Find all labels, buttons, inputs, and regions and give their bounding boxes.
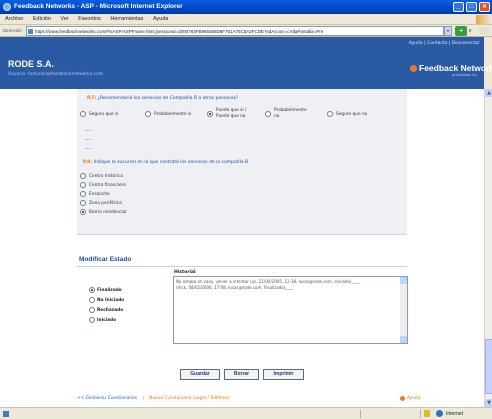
delete-button[interactable]: Borrar <box>224 369 259 380</box>
status-option-label: Finalizado <box>97 288 122 293</box>
divider <box>77 266 407 267</box>
print-button[interactable]: Imprimir <box>263 369 304 380</box>
empty-answer: ---- <box>85 138 92 143</box>
footer-links: << Gestionar Cuestionarios | Nuevo Cuest… <box>77 396 230 401</box>
page-content: P.7: ¿Recomendaría los servicios de Comp… <box>0 89 484 407</box>
globe-icon <box>436 410 443 417</box>
q8-option-label: Centro financiero <box>89 183 127 188</box>
menu-bar: Archivo Edición Ver Favoritos Herramient… <box>0 14 492 25</box>
scroll-thumb[interactable] <box>485 339 492 394</box>
page-icon <box>28 29 33 34</box>
windows-logo-icon <box>476 15 490 24</box>
header-top-links[interactable]: Ayuda | Contacto | Desconectar <box>409 41 480 46</box>
q8-option-label: Ensanche <box>89 192 110 197</box>
radio-q7-opt3[interactable] <box>207 111 213 117</box>
logo-subtitle: q-sistemas inc <box>452 73 478 77</box>
q8-option-label: Centro histórico <box>89 174 124 179</box>
q7-option-label: Probablemente sí <box>154 112 192 117</box>
address-bar: Dirección https://www.feedbacknetworks.c… <box>0 25 492 37</box>
site-header: Ayuda | Contacto | Desconectar RODE S.A.… <box>0 37 492 126</box>
save-button[interactable]: Guardar <box>180 369 220 380</box>
status-option-label: No Iniciado <box>97 298 125 303</box>
history-label: Historial <box>174 270 196 275</box>
toolbar-chevron-icon[interactable] <box>479 27 489 35</box>
security-zone: Internet <box>446 411 463 417</box>
history-scrollbar[interactable] <box>400 277 407 343</box>
page-scrollbar[interactable]: ▲ ▼ <box>484 89 492 407</box>
radio-q7-opt1[interactable] <box>80 111 86 117</box>
new-questionnaire-link[interactable]: Nuevo Cuestionario (Logal / Teléfono) <box>149 396 229 401</box>
status-bar: Internet <box>0 407 492 419</box>
address-input[interactable]: https://www.feedbacknetworks.com/FNASP/A… <box>26 26 444 36</box>
window-title-bar: Feedback Networks - ASP - Microsoft Inte… <box>0 0 492 14</box>
scroll-up-icon[interactable]: ▲ <box>485 89 492 97</box>
address-dropdown-button[interactable]: ▾ <box>444 26 452 36</box>
scroll-down-icon[interactable]: ▼ <box>485 399 492 407</box>
go-label[interactable]: Ir <box>469 28 472 33</box>
status-divider <box>420 410 421 418</box>
q8-option-label: Zona periférica <box>89 201 122 206</box>
q7-option-label: Probablemente no <box>274 108 307 119</box>
q7-option-label: Seguro que no <box>336 112 368 117</box>
status-option-label: Iniciado <box>97 318 117 323</box>
company-brand: RODE S.A. <box>8 59 55 69</box>
close-button[interactable]: ✕ <box>479 2 490 12</box>
go-button[interactable]: ➔ <box>455 26 467 36</box>
page-status-icon <box>3 411 9 417</box>
radio-status-no-iniciado[interactable] <box>89 297 95 303</box>
feedback-networks-logo-text: Feedback Networks <box>419 63 492 73</box>
menu-favoritos[interactable]: Favoritos <box>78 14 101 25</box>
question-7: P.7: ¿Recomendaría los servicios de Comp… <box>87 96 238 101</box>
address-url: https://www.feedbacknetworks.com/FNASP/A… <box>35 29 324 34</box>
menu-ayuda[interactable]: Ayuda <box>153 14 169 25</box>
empty-answer: ---- <box>85 147 92 152</box>
radio-q7-opt2[interactable] <box>145 111 151 117</box>
menu-archivo[interactable]: Archivo <box>5 14 23 25</box>
radio-status-finalizado[interactable] <box>89 287 95 293</box>
question-8: P.8: Indique la sucursal en la que contr… <box>83 160 248 165</box>
q7-option-label: Seguro que sí <box>89 112 119 117</box>
question-text: ¿Recomendaría los servicios de Compañía … <box>97 96 239 101</box>
help-link[interactable]: Ayuda <box>407 396 420 401</box>
modify-status-title: Modificar Estado <box>79 256 132 263</box>
empty-answer: ---- <box>85 129 92 134</box>
radio-q8-opt4[interactable] <box>80 200 86 206</box>
radio-q7-opt5[interactable] <box>327 111 333 117</box>
maximize-button[interactable]: □ <box>466 2 477 12</box>
link-separator: | <box>142 396 144 401</box>
help-icon[interactable] <box>400 396 405 401</box>
menu-ver[interactable]: Ver <box>60 14 68 25</box>
address-label: Dirección <box>3 28 22 33</box>
q7-option-label: Puede que sí / Puede que no <box>216 108 247 119</box>
question-text: Indique la sucursal en la que contrató l… <box>93 160 249 165</box>
radio-q8-opt1[interactable] <box>80 173 86 179</box>
ie-icon <box>3 3 11 11</box>
radio-q8-opt2[interactable] <box>80 182 86 188</box>
lock-icon <box>424 410 430 417</box>
q8-option-label: Barrio residencial <box>89 210 127 215</box>
feedback-networks-logo-icon <box>410 65 417 72</box>
radio-q8-opt5[interactable] <box>80 209 86 215</box>
minimize-button[interactable]: _ <box>453 2 464 12</box>
history-textarea[interactable]: No estaba en casa, volver a intentar (uc… <box>173 276 408 344</box>
survey-answers-panel: P.7: ¿Recomendaría los servicios de Comp… <box>77 89 407 235</box>
user-email: Usuario: fortunar@feedbacknetworks.com <box>8 72 104 77</box>
status-divider <box>360 410 361 418</box>
radio-q8-opt3[interactable] <box>80 191 86 197</box>
menu-edicion[interactable]: Edición <box>33 14 51 25</box>
window-title: Feedback Networks - ASP - Microsoft Inte… <box>14 3 183 10</box>
question-number: P.8: <box>83 160 93 165</box>
manage-questionnaires-link[interactable]: << Gestionar Cuestionarios <box>77 396 137 401</box>
radio-status-rechazado[interactable] <box>89 307 95 313</box>
status-option-label: Rechazado <box>97 308 124 313</box>
radio-status-iniciado[interactable] <box>89 317 95 323</box>
question-number: P.7: <box>87 96 97 101</box>
menu-herramientas[interactable]: Herramientas <box>110 14 143 25</box>
radio-q7-opt4[interactable] <box>265 111 271 117</box>
